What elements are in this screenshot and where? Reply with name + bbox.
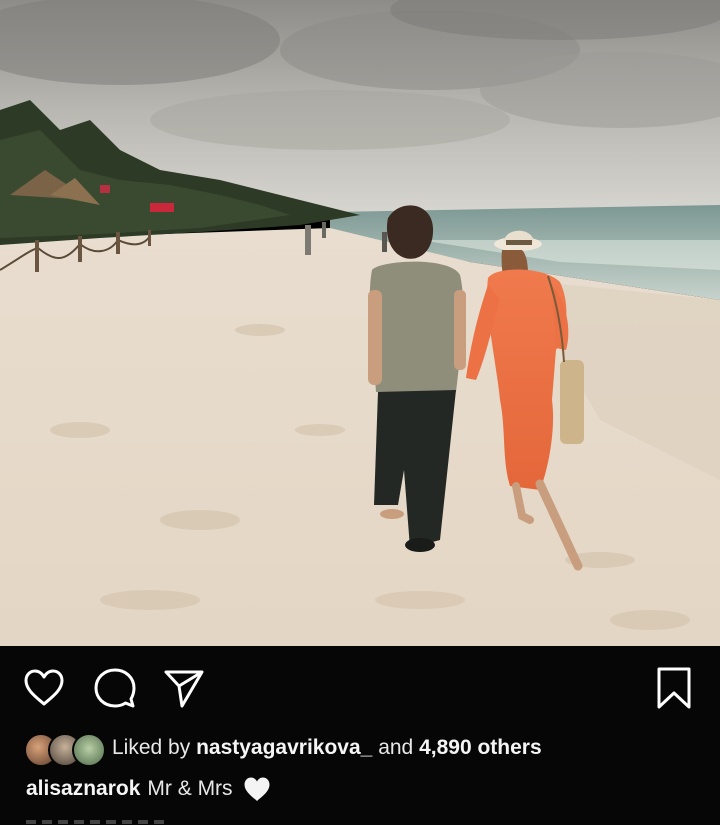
beach-photo-image <box>0 0 720 646</box>
avatar[interactable] <box>72 733 106 767</box>
liker-avatars[interactable] <box>24 732 106 767</box>
post-photo[interactable] <box>0 0 720 646</box>
truncated-comments-row <box>26 816 186 825</box>
comment-bubble-icon[interactable] <box>93 666 137 710</box>
liked-by-and: and <box>378 736 414 759</box>
caption-username[interactable]: alisaznarok <box>26 777 140 801</box>
white-heart-icon <box>243 776 271 802</box>
liked-by-count[interactable]: 4,890 others <box>419 736 542 759</box>
likes-row[interactable]: Liked by nastyagavrikova_ and 4,890 othe… <box>24 730 542 767</box>
heart-outline-icon[interactable] <box>22 666 66 710</box>
liked-by-username[interactable]: nastyagavrikova_ <box>196 736 372 759</box>
action-row <box>0 666 720 716</box>
caption-text: Mr & Mrs <box>147 777 233 800</box>
liked-by-prefix: Liked by <box>112 736 191 759</box>
paper-plane-icon[interactable] <box>162 666 206 710</box>
bookmark-icon[interactable] <box>652 666 696 710</box>
post-action-bar: Liked by nastyagavrikova_ and 4,890 othe… <box>0 646 720 825</box>
caption-row: alisaznarok Mr & Mrs <box>26 776 271 802</box>
likes-summary[interactable]: Liked by nastyagavrikova_ and 4,890 othe… <box>112 736 542 760</box>
